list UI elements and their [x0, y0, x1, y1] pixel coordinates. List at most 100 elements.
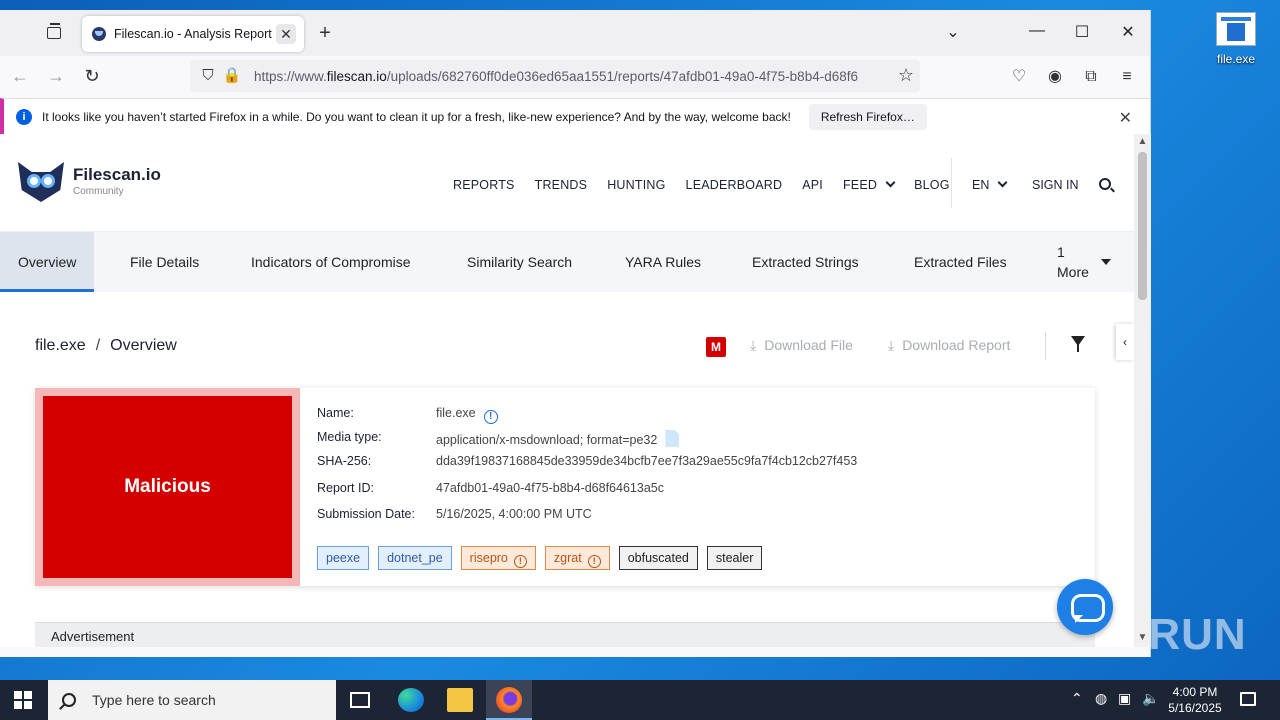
nav-api[interactable]: API — [802, 178, 823, 192]
name-value: file.exe! — [436, 406, 498, 424]
tab-more[interactable]: 1 More — [1057, 242, 1089, 282]
report-id-value: 47afdb01-49a0-4f75-b8b4-d68f64613a5c — [436, 481, 664, 495]
pocket-icon[interactable]: ♡ — [1008, 66, 1030, 88]
nav-trends[interactable]: TRENDS — [535, 178, 588, 192]
back-button[interactable]: ← — [8, 66, 32, 87]
report-tabs: Overview File Details Indicators of Comp… — [0, 232, 1134, 292]
report-summary-card: Malicious Name: file.exe! Media type: appl… — [35, 388, 1095, 586]
tab-file-details[interactable]: File Details — [112, 232, 217, 292]
exe-file-icon — [1216, 12, 1256, 46]
tab-list-icon[interactable] — [44, 23, 66, 42]
info-icon[interactable]: ! — [483, 410, 498, 424]
malicious-badge: M — [706, 337, 726, 357]
tag-peexe[interactable]: peexe — [317, 546, 370, 570]
tab-overview[interactable]: Overview — [0, 232, 95, 292]
tab-iocs[interactable]: Indicators of Compromise — [233, 232, 429, 292]
bookmark-star-icon[interactable]: ☆ — [898, 65, 914, 86]
notification-message: It looks like you haven’t started Firefo… — [42, 110, 791, 124]
filter-icon[interactable] — [1071, 336, 1085, 352]
lock-icon[interactable]: 🔒 — [222, 66, 242, 86]
tag-zgrat[interactable]: zgrat! — [544, 546, 610, 570]
tag-risepro[interactable]: risepro! — [460, 546, 536, 570]
url-text[interactable]: https://www.filescan.io/uploads/682760ff… — [254, 69, 890, 84]
menu-icon[interactable]: ≡ — [1116, 66, 1138, 88]
shield-icon[interactable]: ⛉ — [198, 66, 218, 86]
site-header: Filescan.io Community REPORTS TRENDS HUN… — [0, 134, 1134, 232]
reload-button[interactable]: ↻ — [80, 66, 104, 87]
windows-start-icon[interactable] — [14, 691, 32, 709]
sha256-label: SHA-256: — [317, 454, 372, 468]
media-type-label: Media type: — [317, 430, 382, 444]
submission-date-value: 5/16/2025, 4:00:00 PM UTC — [436, 507, 592, 521]
report-id-label: Report ID: — [317, 481, 374, 495]
nav-blog[interactable]: BLOG — [914, 178, 950, 192]
firefox-notification-bar: i It looks like you haven’t started Fire… — [0, 98, 1150, 136]
page-scrollbar[interactable]: ▲ ▼ — [1134, 134, 1151, 647]
tray-security-icon[interactable]: ◍ — [1095, 690, 1107, 707]
scroll-down-icon[interactable]: ▼ — [1134, 632, 1151, 643]
media-type-value: application/x-msdownload; format=pe32 — [436, 430, 680, 447]
nav-leaderboard[interactable]: LEADERBOARD — [686, 178, 783, 192]
taskbar-search[interactable]: Type here to search — [48, 680, 336, 720]
tab-yara-rules[interactable]: YARA Rules — [607, 232, 719, 292]
search-icon[interactable] — [1099, 178, 1111, 190]
tab-bar: Filescan.io - Analysis Report fo ✕ + ⌄ —… — [0, 10, 1150, 56]
account-icon[interactable]: ◉ — [1044, 66, 1066, 88]
close-notification-icon[interactable]: ✕ — [1119, 108, 1132, 128]
download-file-button[interactable]: ⤓ Download File — [750, 337, 853, 354]
tab-extracted-strings[interactable]: Extracted Strings — [734, 232, 877, 292]
tab-active[interactable]: Filescan.io - Analysis Report fo ✕ — [82, 16, 304, 52]
forward-button[interactable]: → — [44, 66, 68, 87]
scrollbar-thumb[interactable] — [1138, 152, 1147, 300]
tag-obfuscated[interactable]: obfuscated — [618, 546, 698, 570]
scroll-up-icon[interactable]: ▲ — [1134, 136, 1151, 147]
new-tab-button[interactable]: + — [314, 22, 336, 45]
tag-stealer[interactable]: stealer — [706, 546, 763, 570]
extensions-icon[interactable]: ⧉ — [1080, 66, 1102, 88]
sha256-value: dda39f19837168845de33959de34bcfb7ee7f3a2… — [436, 454, 858, 468]
tag-list: peexe dotnet_pe risepro! zgrat! obfuscat… — [317, 546, 763, 570]
tray-chevron-up-icon[interactable]: ⌃ — [1071, 690, 1083, 707]
sidebar-toggle-chevron-left-icon[interactable]: ‹ — [1116, 324, 1134, 360]
search-icon — [62, 693, 76, 707]
site-logo[interactable]: Filescan.io Community — [14, 160, 161, 202]
nav-feed[interactable]: FEED — [843, 177, 896, 192]
maximize-button[interactable]: ☐ — [1070, 22, 1094, 42]
info-icon: i — [16, 109, 32, 125]
firefox-taskbar-button[interactable] — [486, 680, 532, 720]
volume-icon[interactable]: 🔈 — [1142, 690, 1159, 707]
language-selector[interactable]: EN — [972, 177, 1008, 192]
close-window-button[interactable]: ✕ — [1116, 22, 1140, 42]
brand-sub: Community — [73, 186, 124, 197]
list-all-tabs-icon[interactable]: ⌄ — [941, 22, 965, 42]
clock[interactable]: 4:00 PM 5/16/2025 — [1162, 684, 1228, 716]
minimize-button[interactable]: — — [1025, 22, 1049, 40]
chevron-down-icon — [997, 177, 1008, 188]
url-bar[interactable]: ⛉ 🔒 https://www.filescan.io/uploads/6827… — [190, 60, 920, 92]
document-icon[interactable] — [665, 430, 680, 447]
download-report-button[interactable]: ⤓ Download Report — [888, 337, 1010, 354]
refresh-firefox-button[interactable]: Refresh Firefox… — [808, 104, 927, 130]
owl-logo-icon — [14, 160, 68, 202]
action-center-icon[interactable] — [1240, 692, 1256, 706]
chat-bubble-icon[interactable] — [1057, 579, 1113, 635]
breadcrumb-file[interactable]: file.exe — [35, 337, 86, 354]
caret-down-icon[interactable] — [1101, 259, 1111, 265]
chevron-down-icon — [885, 177, 896, 188]
main-nav: REPORTS TRENDS HUNTING LEADERBOARD API F… — [453, 177, 950, 192]
tab-similarity-search[interactable]: Similarity Search — [449, 232, 590, 292]
nav-reports[interactable]: REPORTS — [453, 178, 515, 192]
sign-in-link[interactable]: SIGN IN — [1032, 178, 1079, 192]
file-explorer-icon[interactable] — [447, 688, 473, 712]
download-icon: ⤓ — [888, 337, 895, 353]
edge-icon[interactable] — [398, 688, 424, 712]
desktop-file-icon[interactable]: file.exe — [1205, 12, 1267, 66]
tab-extracted-files[interactable]: Extracted Files — [896, 232, 1025, 292]
network-icon[interactable]: ▣ — [1118, 690, 1131, 707]
tab-close-icon[interactable]: ✕ — [276, 24, 296, 44]
filescan-favicon-icon — [92, 27, 106, 41]
task-view-icon[interactable] — [350, 692, 370, 708]
nav-hunting[interactable]: HUNTING — [607, 178, 665, 192]
tag-dotnet-pe[interactable]: dotnet_pe — [378, 546, 452, 570]
breadcrumb-section: Overview — [110, 337, 177, 354]
